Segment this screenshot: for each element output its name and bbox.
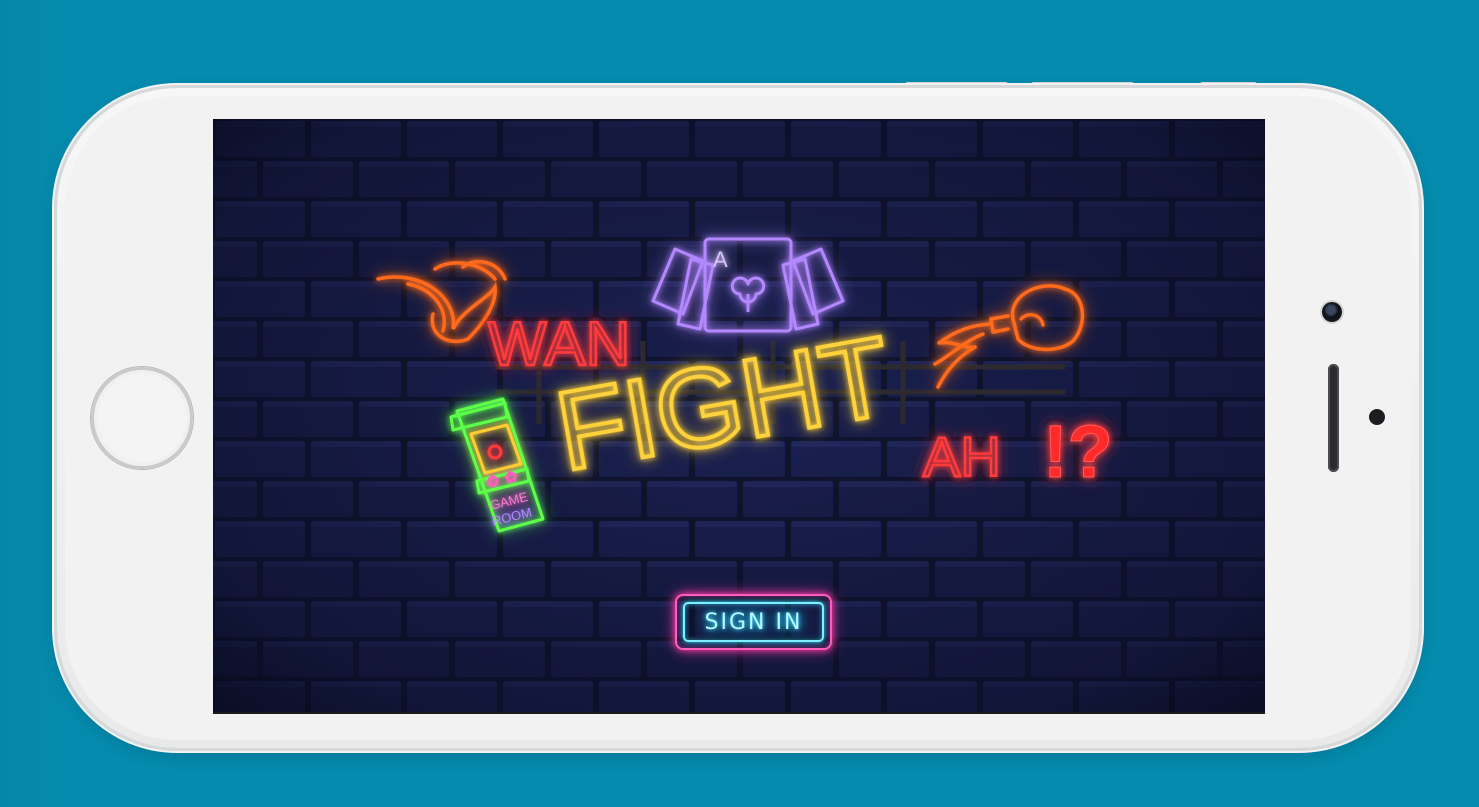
card-letter: A xyxy=(713,247,728,272)
sign-in-button[interactable]: SIGN IN xyxy=(675,594,832,650)
home-button[interactable] xyxy=(91,367,193,469)
playing-cards-icon: A xyxy=(651,237,845,333)
sign-in-button-inner: SIGN IN xyxy=(683,602,824,642)
app-screen: A GAME ROOM WAN FIGHT AH !? SIGN IN xyxy=(213,119,1265,713)
boxing-glove-icon xyxy=(933,284,1085,389)
earpiece-speaker xyxy=(1328,364,1339,472)
proximity-sensor xyxy=(1369,409,1385,425)
title-word-ah: AH xyxy=(923,425,1001,488)
volume-down-button xyxy=(1031,82,1134,87)
screen-bottom-edge xyxy=(213,712,1265,714)
device-mockup-background: A GAME ROOM WAN FIGHT AH !? SIGN IN xyxy=(0,0,1479,807)
volume-up-button xyxy=(905,82,1008,87)
fire-icon xyxy=(376,259,507,344)
title-punctuation: !? xyxy=(1043,410,1113,493)
silent-switch xyxy=(1200,82,1257,87)
arcade-machine-icon: GAME ROOM xyxy=(449,397,545,533)
sign-in-label: SIGN IN xyxy=(704,609,803,635)
front-camera xyxy=(1322,302,1342,322)
